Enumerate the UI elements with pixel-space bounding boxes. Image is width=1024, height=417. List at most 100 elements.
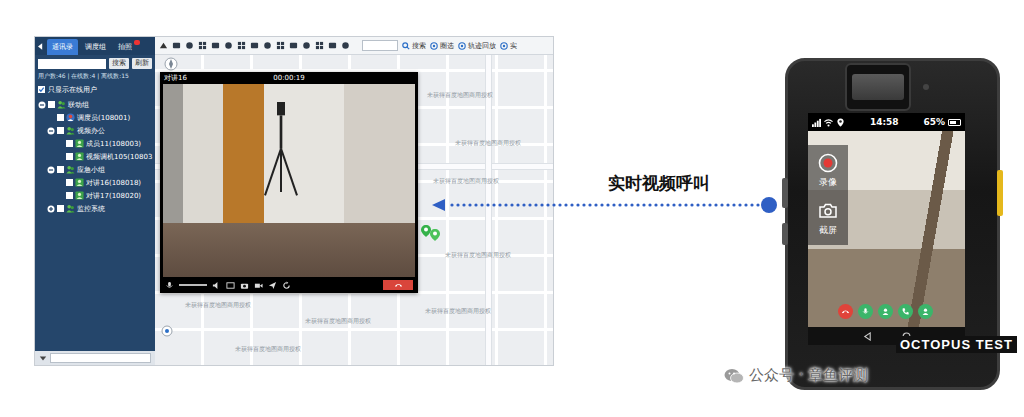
record-icon[interactable] (254, 281, 263, 290)
map[interactable]: 未获得百度地图商用授权未获得百度地图商用授权未获得百度地图商用授权未获得百度地图… (155, 55, 553, 365)
checkbox[interactable] (38, 86, 45, 93)
map-pin-icon[interactable] (421, 225, 431, 237)
collapse-arrow-icon[interactable] (38, 43, 43, 50)
hang-up-icon (394, 282, 403, 288)
screen-icon[interactable] (226, 281, 235, 290)
call-button[interactable] (918, 304, 933, 319)
tool-icon[interactable] (341, 41, 350, 50)
tool-icon[interactable] (250, 41, 259, 50)
signal-icon (812, 118, 821, 127)
locate-icon[interactable] (161, 325, 173, 337)
side-button[interactable] (782, 223, 788, 245)
call-buttons (838, 304, 933, 319)
sidebar-search-field[interactable] (38, 59, 106, 69)
tree-item[interactable]: 联动组 (38, 98, 152, 111)
console-top-bar: 通讯录调度组 拍照 搜索圈选轨迹回放实 (35, 37, 553, 55)
action-icon (430, 42, 438, 50)
checkbox[interactable] (66, 192, 73, 199)
rotate-icon[interactable] (282, 281, 291, 290)
call-button[interactable] (838, 304, 853, 319)
tree-item[interactable]: 调度员(108001) (38, 111, 152, 124)
camera-action[interactable]: 截屏 (818, 201, 838, 237)
tool-icon[interactable] (315, 41, 324, 50)
microphone-icon[interactable] (165, 281, 174, 290)
tool-icon[interactable] (224, 41, 233, 50)
checkbox[interactable] (66, 153, 73, 160)
device-top (808, 61, 965, 113)
tool-icon[interactable] (198, 41, 207, 50)
tree-item[interactable]: 应急小组 (38, 163, 152, 176)
expand-icon[interactable] (47, 205, 55, 213)
camera-icon[interactable] (240, 281, 249, 290)
tree-item[interactable]: 视频调机105(10803 (38, 150, 152, 163)
compass-icon[interactable] (164, 57, 178, 71)
checkbox[interactable] (48, 101, 55, 108)
sidebar-button[interactable]: 刷新 (132, 58, 152, 69)
side-button[interactable] (782, 178, 788, 208)
tree-item[interactable]: 对讲17(108020) (38, 189, 152, 202)
tab[interactable]: 通讯录 (47, 39, 78, 55)
caption-column: 实时视频呼叫 (553, 0, 785, 417)
dropdown-arrow-icon[interactable] (39, 354, 47, 362)
back-icon[interactable] (863, 332, 872, 341)
tool-icon[interactable] (211, 41, 220, 50)
tab[interactable]: 拍照 (113, 39, 137, 55)
sidebar-select[interactable] (50, 353, 151, 363)
tool-icon[interactable] (263, 41, 272, 50)
tool-icon[interactable] (302, 41, 311, 50)
dispatcher-icon (66, 113, 75, 122)
collapse-icon[interactable] (47, 166, 55, 174)
toolbar-search-button[interactable]: 搜索 (402, 41, 426, 51)
tool-icon[interactable] (237, 41, 246, 50)
tree-item[interactable]: 监控系统 (38, 202, 152, 215)
side-button[interactable] (997, 170, 1003, 216)
checkbox[interactable] (57, 205, 64, 212)
tool-icon[interactable] (185, 41, 194, 50)
wifi-icon (824, 118, 833, 127)
camera-action[interactable]: 录像 (818, 153, 838, 189)
checkbox[interactable] (57, 114, 64, 121)
wechat-icon (724, 368, 744, 384)
tree-item-label: 对讲16(108018) (86, 178, 141, 188)
call-button[interactable] (878, 304, 893, 319)
tool-icon[interactable] (289, 41, 298, 50)
toolbar-action[interactable]: 轨迹回放 (458, 41, 496, 51)
tool-icon[interactable] (276, 41, 285, 50)
call-button[interactable] (898, 304, 913, 319)
tab-label: 拍照 (118, 43, 132, 51)
map-label: 未获得百度地图商用授权 (425, 307, 491, 316)
send-icon[interactable] (268, 281, 277, 290)
hang-up-button[interactable] (383, 280, 413, 290)
checkbox[interactable] (66, 140, 73, 147)
toolbar-action[interactable]: 圈选 (430, 41, 454, 51)
tab[interactable]: 调度组 (80, 39, 111, 55)
collapse-icon[interactable] (38, 101, 46, 109)
sensor (923, 84, 929, 90)
call-button[interactable] (858, 304, 873, 319)
person-icon (881, 307, 890, 316)
tree-item[interactable]: 成员11(108003) (38, 137, 152, 150)
checkbox[interactable] (57, 127, 64, 134)
tab-label: 调度组 (85, 43, 106, 51)
tool-icon[interactable] (172, 41, 181, 50)
volume-slider[interactable] (179, 284, 207, 286)
console-body: 搜索刷新用户数:46 | 在线数:4 | 离线数:15只显示在线用户联动组调度员… (35, 55, 553, 365)
online-only-checkbox-row[interactable]: 只显示在线用户 (38, 84, 152, 95)
watermark-account: 公众号 · 章鱼评测 (724, 366, 868, 385)
member-icon (75, 139, 84, 148)
toolbar-search-field[interactable] (362, 40, 398, 51)
tree-item[interactable]: 视频办公 (38, 124, 152, 137)
sidebar-button[interactable]: 搜索 (109, 58, 129, 69)
checkbox[interactable] (66, 179, 73, 186)
tree-item[interactable]: 对讲16(108018) (38, 176, 152, 189)
member-icon (75, 178, 84, 187)
tool-icon[interactable] (328, 41, 337, 50)
checkbox[interactable] (57, 166, 64, 173)
group-icon (57, 100, 66, 109)
speaker-icon[interactable] (212, 281, 221, 290)
map-pin-icon[interactable] (430, 229, 440, 241)
up-arrow-icon[interactable] (159, 41, 168, 50)
collapse-icon[interactable] (47, 127, 55, 135)
toolbar-action[interactable]: 实 (500, 41, 517, 51)
video-call-window[interactable]: 对讲1600:00:19 (160, 72, 418, 293)
